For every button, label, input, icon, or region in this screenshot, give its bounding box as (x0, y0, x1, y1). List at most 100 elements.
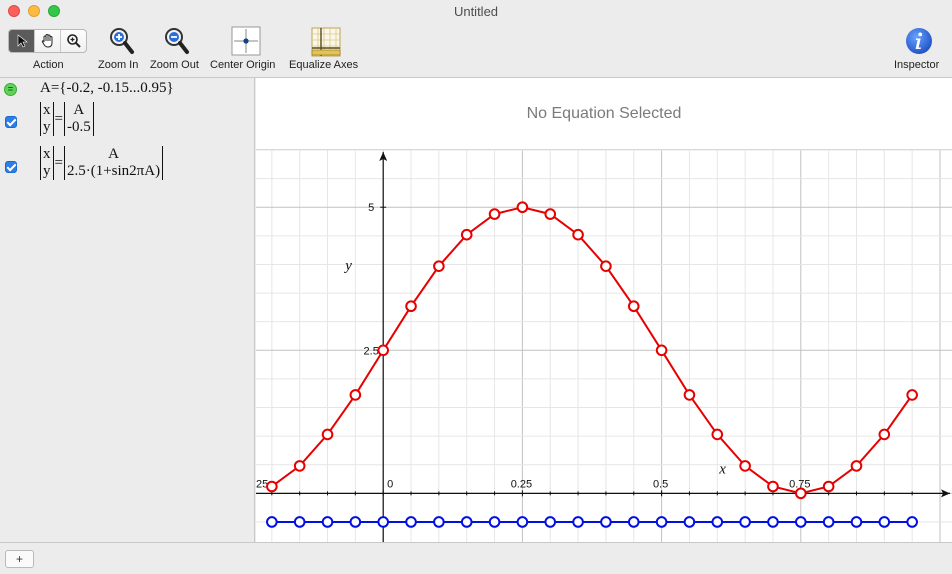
data-point (544, 208, 557, 220)
y-axis-label: y (343, 258, 352, 274)
definition-icon: = (4, 83, 17, 96)
data-point (544, 516, 557, 528)
magnify-tool-button[interactable] (61, 30, 86, 52)
graph-area: No Equation Selected 25 0 0.25 0.5 0.75 5 2.5 x… (256, 78, 952, 542)
equalize-axes-icon (311, 27, 341, 57)
data-point (488, 208, 501, 220)
data-point (795, 487, 807, 500)
zoom-out-button[interactable] (162, 26, 190, 61)
data-point (349, 389, 362, 401)
x-axis-label: x (718, 461, 726, 477)
x-tick-label: 25 (256, 478, 268, 490)
center-origin-icon (231, 26, 261, 56)
data-point (683, 516, 696, 528)
equals-sign: = (54, 110, 63, 127)
inspector-button[interactable] (905, 27, 933, 60)
center-origin-label: Center Origin (210, 59, 276, 71)
pointer-icon (17, 34, 28, 48)
data-point (850, 516, 863, 528)
center-origin-button[interactable] (231, 26, 261, 61)
data-point (405, 516, 417, 528)
data-point (906, 389, 918, 401)
y-tick-label: 2.5 (364, 345, 379, 357)
data-point (878, 428, 891, 441)
data-point (266, 516, 278, 528)
window-title: Untitled (453, 4, 499, 19)
action-segmented-control[interactable] (8, 29, 87, 53)
equation-1-lhs-vector: xy (40, 102, 54, 136)
data-point (266, 480, 278, 493)
inspector-label: Inspector (894, 59, 940, 71)
zoom-in-button[interactable] (107, 26, 135, 61)
equation-1-rhs-vector: A -0.5 (63, 102, 94, 136)
equation-2-rhs-bottom: 2.5·(1+sin2πA) (66, 163, 161, 179)
x-tick-label: 0.25 (511, 478, 532, 490)
hand-icon (41, 33, 52, 48)
equalize-axes-button[interactable] (310, 26, 342, 63)
data-point (739, 516, 751, 528)
data-point (349, 516, 362, 528)
no-equation-message: No Equation Selected (526, 105, 682, 122)
info-icon (906, 28, 932, 54)
data-point (516, 516, 529, 528)
equation-2-rhs-top: A (108, 146, 119, 162)
data-point (405, 300, 417, 313)
data-point (377, 516, 389, 528)
equation-1-rhs-top: A (73, 102, 85, 118)
data-point (572, 516, 584, 528)
data-point (600, 516, 612, 528)
graph-canvas[interactable]: 25 0 0.25 0.5 0.7552.5xy (256, 150, 952, 542)
x-tick-label: 0.5 (653, 478, 668, 490)
data-point (655, 344, 668, 357)
equation-row-1[interactable]: x y = A -0.5 (0, 100, 255, 144)
data-point (711, 516, 724, 528)
definition-row[interactable]: = A={-0.2, -0.15...0.95} (0, 78, 255, 100)
data-point (767, 480, 779, 493)
pointer-tool-button[interactable] (9, 30, 35, 52)
equation-2-expression: x y = A 2.5·(1+sin2πA) (40, 146, 164, 180)
hand-tool-button[interactable] (35, 30, 61, 52)
data-point (600, 260, 612, 272)
equalize-axes-label: Equalize Axes (289, 59, 359, 71)
data-point (572, 228, 584, 241)
data-point (655, 516, 668, 528)
equation-row-2[interactable]: x y = A 2.5·(1+sin2πA) (0, 144, 255, 190)
data-point (850, 460, 863, 472)
data-point (516, 201, 529, 214)
bottom-bar: + (0, 542, 952, 574)
toolbar: Action Zoom In Zoom Out Center Origin Eq… (0, 22, 952, 78)
data-point (822, 516, 835, 528)
action-label: Action (33, 59, 64, 71)
equation-1-lhs-x: x (43, 102, 51, 118)
equation-editor[interactable]: No Equation Selected (256, 78, 952, 150)
equation-list: = A={-0.2, -0.15...0.95} x y = A -0.5 x y = A 2.… (0, 78, 255, 542)
data-point (683, 389, 696, 401)
data-point (460, 228, 473, 241)
equation-1-visible-checkbox[interactable] (5, 116, 17, 128)
title-bar: Untitled (0, 0, 952, 22)
app-window: Untitled Action Zoom In Zoom Out Center … (0, 0, 952, 574)
definition-text: A={-0.2, -0.15...0.95} (40, 80, 174, 96)
equation-1-rhs-bottom: -0.5 (66, 119, 91, 135)
zoom-out-label: Zoom Out (150, 59, 199, 71)
data-point (433, 516, 445, 528)
data-point (822, 480, 835, 493)
add-equation-button[interactable]: + (5, 550, 34, 568)
data-point (460, 516, 473, 528)
zoom-out-icon (165, 28, 189, 54)
zoom-in-icon (110, 28, 134, 54)
data-point (627, 516, 640, 528)
equation-2-visible-checkbox[interactable] (5, 161, 17, 173)
zoom-in-label: Zoom In (98, 59, 139, 71)
data-point (321, 428, 334, 441)
equation-2-rhs-vector: A 2.5·(1+sin2πA) (63, 146, 164, 180)
equation-2-lhs-x: x (43, 146, 51, 162)
data-point (767, 516, 779, 528)
data-point (795, 516, 807, 528)
magnifier-plus-icon (66, 34, 81, 48)
equation-2-lhs-y: y (43, 163, 51, 179)
data-point (377, 344, 389, 357)
data-point (906, 516, 918, 528)
data-point (711, 428, 724, 441)
data-point (627, 300, 640, 313)
